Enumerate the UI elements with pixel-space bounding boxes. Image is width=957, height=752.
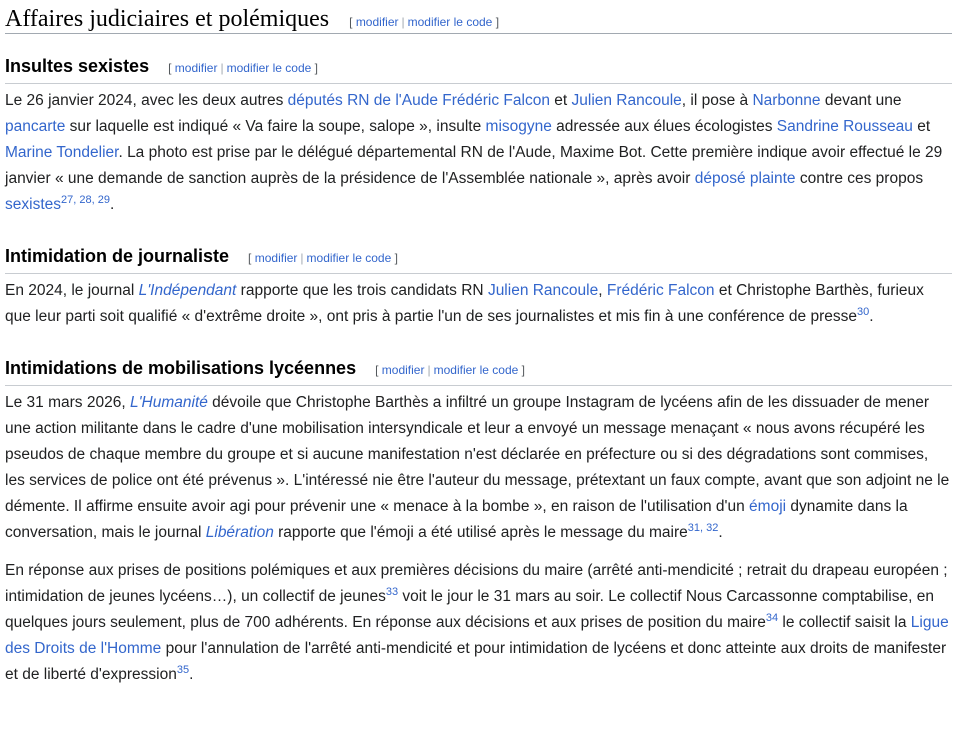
link[interactable]: Libération (206, 524, 274, 541)
reference-marker[interactable]: 34 (766, 612, 778, 624)
edit-source-link[interactable]: modifier le code (227, 61, 312, 75)
subsection-title: Insultes sexistes (5, 56, 150, 76)
link[interactable]: déposé plainte (695, 170, 796, 187)
link[interactable]: Julien Rancoule (488, 282, 598, 299)
edit-link[interactable]: modifier (382, 363, 425, 377)
paragraph: En réponse aux prises de positions polém… (5, 562, 949, 683)
paragraph: Le 31 mars 2026, L'Humanité dévoile que … (5, 394, 950, 541)
subsection-heading-intimidations-lyceennes: Intimidations de mobilisations lycéennes… (5, 356, 952, 386)
link[interactable]: Frédéric Falcon (442, 92, 550, 109)
edit-link[interactable]: modifier (255, 251, 298, 265)
subsection-title: Intimidations de mobilisations lycéennes (5, 358, 357, 378)
link[interactable]: L'Humanité (130, 394, 208, 411)
reference-marker[interactable]: 35 (177, 664, 189, 676)
article-content: Affaires judiciaires et polémiques [ mod… (0, 0, 957, 752)
edit-links: [ modifier | modifier le code ] (168, 61, 319, 75)
paragraph: Le 26 janvier 2024, avec les deux autres… (5, 92, 943, 213)
link[interactable]: députés RN de l'Aude (288, 92, 438, 109)
edit-source-link[interactable]: modifier le code (307, 251, 392, 265)
reference-marker[interactable]: 30 (857, 306, 869, 318)
edit-links: [ modifier | modifier le code ] (375, 363, 526, 377)
edit-links: [ modifier | modifier le code ] (248, 251, 398, 265)
link[interactable]: Sandrine Rousseau (777, 118, 913, 135)
subsection-title: Intimidation de journaliste (5, 246, 230, 266)
reference-marker[interactable]: 27, 28, 29 (61, 194, 110, 206)
edit-source-link[interactable]: modifier le code (434, 363, 519, 377)
link[interactable]: Frédéric Falcon (607, 282, 715, 299)
link[interactable]: Marine Tondelier (5, 144, 118, 161)
link[interactable]: L'Indépendant (139, 282, 237, 299)
link[interactable]: pancarte (5, 118, 65, 135)
link[interactable]: Julien Rancoule (572, 92, 682, 109)
edit-links: [ modifier | modifier le code ] (349, 15, 500, 29)
link[interactable]: misogyne (486, 118, 552, 135)
paragraph: En 2024, le journal L'Indépendant rappor… (5, 282, 924, 325)
edit-source-link[interactable]: modifier le code (408, 15, 493, 29)
subsection-heading-insultes: Insultes sexistes [ modifier | modifier le… (5, 54, 952, 84)
reference-marker[interactable]: 33 (386, 586, 398, 598)
link[interactable]: sexistes (5, 196, 61, 213)
subsection-heading-intimidation-journaliste: Intimidation de journaliste [ modifier | m… (5, 244, 952, 274)
link[interactable]: Narbonne (752, 92, 820, 109)
edit-link[interactable]: modifier (175, 61, 218, 75)
edit-link[interactable]: modifier (356, 15, 399, 29)
section-title: Affaires judiciaires et polémiques (5, 6, 330, 32)
section-heading-affaires: Affaires judiciaires et polémiques [ mod… (5, 0, 952, 34)
reference-marker[interactable]: 31, 32 (688, 522, 719, 534)
link[interactable]: émoji (749, 498, 786, 515)
